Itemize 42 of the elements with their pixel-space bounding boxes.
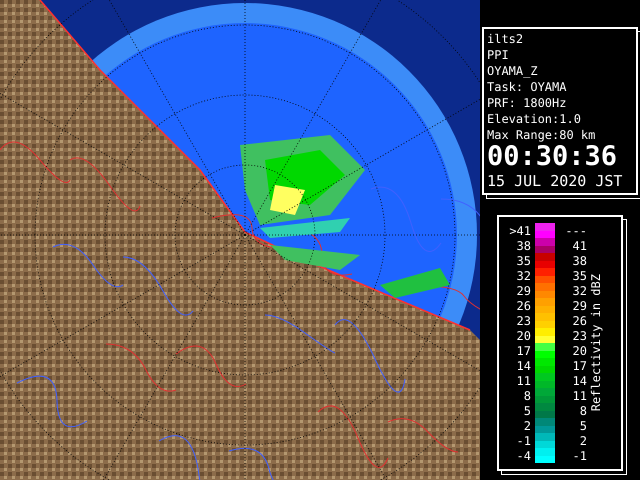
legend-value: 8 [522, 388, 531, 402]
legend-value: 29 [516, 284, 531, 298]
legend-value: 26 [572, 314, 587, 328]
legend-value: -1 [572, 448, 587, 462]
legend-value: --- [564, 224, 587, 238]
info-text: ilts2 [487, 31, 524, 47]
legend-value: 20 [572, 344, 587, 358]
legend-value: 14 [516, 358, 531, 372]
info-text: Max Range:80 km [487, 127, 596, 143]
legend-value: 29 [572, 298, 587, 312]
legend-value: 35 [572, 268, 587, 282]
legend-value: 17 [516, 344, 531, 358]
legend-value: 26 [516, 298, 531, 312]
legend-value: 11 [516, 374, 531, 388]
legend-value: 14 [572, 374, 587, 388]
legend-value: >41 [508, 224, 531, 238]
info-text: PRF: 1800Hz [487, 95, 568, 111]
legend-value: 32 [516, 268, 531, 282]
legend-value: 2 [578, 434, 587, 448]
legend-value: 35 [516, 254, 531, 268]
legend-value: 32 [572, 284, 587, 298]
legend-value: 23 [516, 314, 531, 328]
legend-value: 38 [572, 254, 587, 268]
info-text: PPI [487, 47, 510, 63]
legend-title: Reflectivity in dBZ [589, 274, 604, 412]
legend-value: 5 [578, 418, 587, 432]
legend-value: 20 [516, 328, 531, 342]
legend-value: 23 [572, 328, 587, 342]
legend-value: 8 [578, 404, 587, 418]
legend-value: 5 [522, 404, 531, 418]
time-text: 00:30:36 [487, 143, 618, 171]
legend-value: 38 [516, 238, 531, 252]
legend-value: 17 [572, 358, 587, 372]
date-text: 15 JUL 2020 JST [487, 171, 624, 191]
info-text: Elevation:1.0 [487, 111, 582, 127]
legend-value: 41 [572, 238, 587, 252]
legend-value: -1 [516, 434, 531, 448]
legend-value: 2 [522, 418, 531, 432]
legend-value: 11 [572, 388, 587, 402]
info-text: OYAMA_Z [487, 63, 539, 79]
legend-value: -4 [516, 448, 531, 462]
info-text: Task: OYAMA [487, 79, 568, 95]
